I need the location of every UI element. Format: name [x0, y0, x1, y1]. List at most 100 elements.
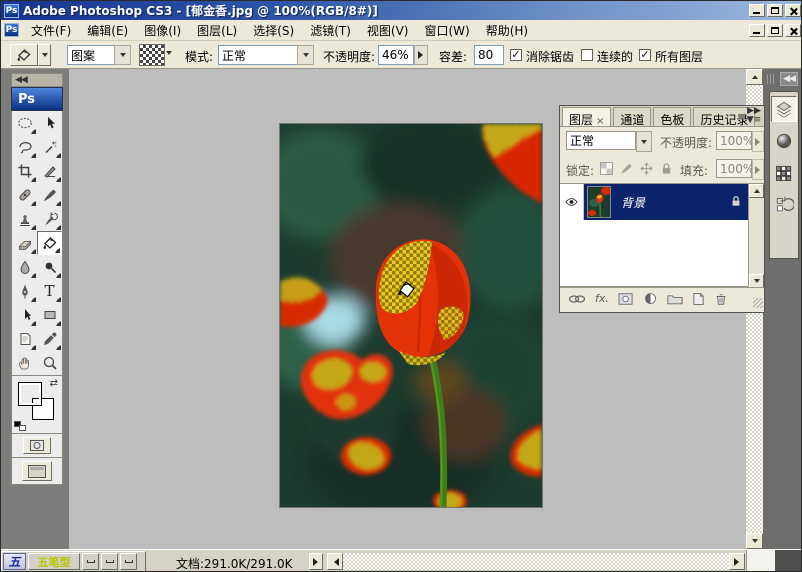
ime-toolbar[interactable]: 五 五笔型 — [1, 551, 146, 572]
pattern-picker-dropdown-button[interactable] — [166, 55, 172, 69]
tab-layers[interactable]: 图层× — [562, 107, 611, 126]
dock-history-button[interactable] — [771, 192, 797, 218]
restore-button[interactable] — [767, 4, 783, 17]
tool-brush[interactable] — [37, 183, 62, 207]
dock-handle[interactable]: ◀◀ — [765, 71, 801, 87]
fill-source-select[interactable]: 图案 — [67, 45, 115, 65]
hscroll-track[interactable] — [343, 553, 729, 570]
layer-list-scrollbar[interactable] — [748, 184, 764, 288]
all-layers-checkbox[interactable] — [639, 49, 651, 61]
toolbox-collapse-button[interactable]: ◀◀ — [11, 73, 63, 87]
menu-window[interactable]: 窗口(W) — [416, 20, 477, 41]
tool-zoom[interactable] — [37, 351, 62, 375]
ime-option-button-2[interactable] — [101, 553, 118, 570]
tolerance-input[interactable]: 80 — [474, 45, 504, 65]
dock-swatches-button[interactable] — [771, 160, 797, 186]
window-resize-grip[interactable] — [746, 550, 775, 572]
tool-magic-wand[interactable] — [37, 135, 62, 159]
layer-opacity-field[interactable]: 100% — [716, 131, 752, 150]
tool-preset-button[interactable] — [10, 44, 38, 66]
ime-option-button-1[interactable] — [82, 553, 99, 570]
close-button[interactable] — [785, 4, 801, 17]
blend-mode-dropdown-button[interactable] — [636, 131, 652, 152]
tool-eraser[interactable] — [12, 231, 37, 255]
lock-position-button[interactable] — [638, 160, 655, 176]
panel-resize-grip[interactable] — [753, 298, 763, 308]
list-scroll-down-button[interactable] — [749, 274, 764, 288]
quick-mask-button[interactable] — [23, 437, 51, 454]
vscroll-up-button[interactable] — [746, 69, 763, 85]
dock-layers-button[interactable] — [771, 96, 797, 122]
panel-menu-icon[interactable]: ▼≡ — [746, 116, 762, 125]
menu-image[interactable]: 图像(I) — [136, 20, 189, 41]
tool-lasso[interactable] — [12, 135, 37, 159]
tool-type[interactable]: T — [37, 279, 62, 303]
menu-view[interactable]: 视图(V) — [359, 20, 417, 41]
hscroll-right-button[interactable] — [729, 553, 745, 570]
tool-move[interactable] — [37, 111, 62, 135]
menu-file[interactable]: 文件(F) — [23, 20, 79, 41]
document-icon[interactable]: Ps — [4, 23, 19, 37]
opacity-input[interactable]: 46% — [378, 45, 414, 65]
doc-restore-button[interactable] — [767, 24, 783, 37]
lock-all-button[interactable] — [658, 160, 675, 176]
ime-option-button-3[interactable] — [120, 553, 137, 570]
dock-collapse-button[interactable]: ◀◀ — [780, 72, 798, 86]
swap-colors-icon[interactable]: ⇄ — [50, 378, 58, 389]
fill-source-dropdown-button[interactable] — [114, 45, 131, 65]
tool-pen[interactable] — [12, 279, 37, 303]
minimize-button[interactable] — [749, 4, 765, 17]
tab-channels[interactable]: 通道 — [613, 107, 651, 126]
menu-layer[interactable]: 图层(L) — [189, 20, 245, 41]
hscroll-left-button[interactable] — [327, 553, 343, 570]
document-canvas[interactable] — [279, 123, 543, 508]
layer-thumbnail[interactable] — [587, 186, 611, 218]
tab-close-icon[interactable]: × — [596, 116, 604, 127]
fill-spinner[interactable] — [752, 159, 764, 180]
mode-select[interactable]: 正常 — [218, 45, 298, 65]
tool-history-brush[interactable] — [37, 207, 62, 231]
tool-clone-stamp[interactable] — [12, 207, 37, 231]
default-colors-icon[interactable] — [14, 421, 26, 431]
screen-mode-button[interactable] — [22, 461, 52, 481]
tool-path-selection[interactable] — [12, 303, 37, 327]
tool-dodge[interactable] — [37, 255, 62, 279]
link-layers-icon[interactable] — [568, 293, 586, 305]
tool-blur[interactable] — [12, 255, 37, 279]
menu-select[interactable]: 选择(S) — [245, 20, 302, 41]
layer-row-background[interactable]: 背景 — [560, 184, 748, 220]
tool-paint-bucket[interactable] — [37, 231, 62, 255]
foreground-color-swatch[interactable] — [18, 382, 42, 406]
fill-field[interactable]: 100% — [716, 159, 752, 178]
status-flyout-button[interactable] — [309, 553, 323, 570]
dock-styles-button[interactable] — [771, 128, 797, 154]
add-mask-icon[interactable] — [618, 292, 634, 306]
tool-preset-dropdown-button[interactable] — [38, 44, 51, 66]
layer-visibility-cell[interactable] — [560, 184, 584, 220]
opacity-spinner-button[interactable] — [414, 45, 428, 65]
delete-layer-icon[interactable] — [714, 292, 728, 306]
tool-elliptical-marquee[interactable] — [12, 111, 37, 135]
anti-alias-checkbox[interactable] — [510, 49, 522, 61]
mode-dropdown-button[interactable] — [297, 45, 314, 65]
ime-name-button[interactable]: 五笔型 — [28, 553, 80, 570]
ime-logo-button[interactable]: 五 — [3, 553, 26, 570]
layer-style-icon[interactable]: fx. — [595, 292, 609, 305]
tool-slice[interactable] — [37, 159, 62, 183]
tool-eyedropper[interactable] — [37, 327, 62, 351]
blend-mode-select[interactable]: 正常 — [566, 131, 636, 150]
contiguous-checkbox[interactable] — [581, 49, 593, 61]
pattern-picker-swatch[interactable] — [139, 44, 165, 66]
adjustment-layer-icon[interactable] — [643, 291, 658, 306]
list-scroll-up-button[interactable] — [749, 184, 764, 198]
doc-close-button[interactable] — [785, 24, 801, 37]
tab-swatches[interactable]: 色板 — [653, 107, 691, 126]
new-group-icon[interactable] — [667, 292, 683, 305]
title-bar[interactable]: Ps Adobe Photoshop CS3 - [郁金香.jpg @ 100%… — [1, 1, 802, 20]
tool-shape[interactable] — [37, 303, 62, 327]
lock-pixels-button[interactable] — [618, 160, 635, 176]
new-layer-icon[interactable] — [692, 292, 705, 306]
tool-healing-brush[interactable] — [12, 183, 37, 207]
tool-crop[interactable] — [12, 159, 37, 183]
layer-opacity-spinner[interactable] — [752, 131, 764, 152]
